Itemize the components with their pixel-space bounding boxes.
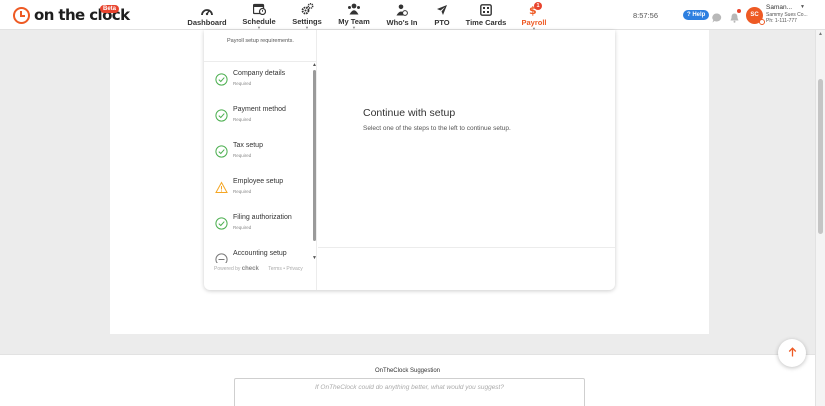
suggestion-input[interactable] — [234, 378, 585, 406]
scroll-up-arrow-icon[interactable]: ▲ — [818, 31, 823, 37]
step-title: Accounting setup — [233, 250, 287, 257]
user-name: Saman... — [766, 4, 793, 11]
steps-scrollbar[interactable]: ▲ ▼ — [312, 62, 317, 262]
nav-item-time-cards[interactable]: Time Cards — [466, 3, 506, 29]
suggestion-section: OnTheClock Suggestion — [0, 354, 815, 406]
powered-by-footer: Powered by check Terms • Privacy — [214, 266, 303, 272]
chevron-down-icon: ▼ — [257, 25, 261, 30]
detail-title: Continue with setup — [363, 107, 456, 119]
step-filing-authorization[interactable]: Filing authorization Required — [204, 206, 314, 242]
step-status: Required — [233, 225, 252, 230]
team-icon — [347, 3, 361, 15]
nav-item-payroll[interactable]: $ 1 Payroll ▼ — [520, 2, 548, 31]
app-logo[interactable]: on the clock Beta — [13, 5, 130, 24]
gears-icon — [301, 3, 314, 15]
check-brand-logo: check — [241, 266, 259, 272]
step-title: Employee setup — [233, 178, 284, 185]
page-scrollbar-thumb[interactable] — [818, 79, 823, 234]
step-status: Required — [233, 117, 252, 122]
detail-text: Select one of the steps to the left to c… — [363, 125, 511, 132]
notification-badge: 1 — [534, 2, 542, 10]
step-status: Required — [233, 153, 252, 158]
step-title: Tax setup — [233, 142, 263, 149]
help-button[interactable]: ? Help — [683, 10, 710, 20]
chevron-down-icon: ▼ — [352, 25, 356, 30]
chevron-down-icon[interactable]: ▼ — [800, 4, 805, 10]
steps-intro: Payroll setup requirements. — [227, 38, 294, 44]
chevron-down-icon: ▼ — [305, 25, 309, 30]
current-time: 8:57:56 — [633, 11, 659, 20]
arrow-up-icon — [788, 344, 797, 362]
user-phone: Ph: 1-111-777 — [766, 18, 797, 24]
scroll-down-arrow-icon[interactable]: ▼ — [312, 255, 317, 261]
nav-item-schedule[interactable]: Schedule ▼ — [242, 3, 276, 30]
pending-circle-icon — [215, 253, 228, 263]
warning-triangle-icon — [215, 181, 228, 194]
step-title: Payment method — [233, 106, 286, 113]
check-circle-icon — [215, 73, 228, 86]
check-circle-icon — [215, 217, 228, 230]
nav-label: PTO — [434, 18, 450, 27]
dashboard-gauge-icon — [201, 3, 213, 16]
nav-item-my-team[interactable]: My Team ▼ — [338, 3, 370, 30]
user-menu[interactable]: Saman... Sammy Sues Co... Ph: 1-111-777 — [766, 4, 816, 24]
payroll-setup-card: Payroll setup requirements. Company deta… — [204, 30, 615, 290]
page-scrollbar[interactable]: ▲ — [815, 30, 825, 406]
page-background-band — [0, 334, 815, 354]
step-title: Filing authorization — [233, 214, 292, 221]
link-separator: • — [283, 266, 285, 272]
step-accounting-setup[interactable]: Accounting setup — [204, 242, 314, 263]
step-employee-setup[interactable]: Employee setup Required — [204, 170, 314, 206]
beta-badge: Beta — [100, 5, 120, 13]
nav-label: Dashboard — [187, 18, 227, 27]
step-status: Required — [233, 81, 252, 86]
nav-item-pto[interactable]: PTO — [432, 3, 452, 29]
calendar-clock-icon — [252, 3, 266, 15]
step-payment-method[interactable]: Payment method Required — [204, 98, 314, 134]
nav-label: Who's In — [386, 18, 418, 27]
scroll-to-top-button[interactable] — [778, 339, 806, 367]
setup-detail-panel: Continue with setup Select one of the st… — [318, 30, 615, 248]
check-circle-icon — [215, 145, 228, 158]
nav-label: Time Cards — [465, 18, 507, 27]
status-indicator-icon — [759, 19, 765, 25]
time-card-icon — [480, 3, 492, 16]
suggestion-label: OnTheClock Suggestion — [374, 368, 441, 374]
step-status: Required — [233, 189, 252, 194]
terms-link[interactable]: Terms — [268, 266, 282, 272]
nav-item-dashboard[interactable]: Dashboard — [187, 3, 227, 29]
scroll-up-arrow-icon[interactable]: ▲ — [312, 62, 317, 68]
nav-item-whos-in[interactable]: Who's In — [386, 3, 418, 29]
top-navigation-bar: on the clock Beta Dashboard Schedule ▼ S… — [0, 0, 825, 31]
check-circle-icon — [215, 109, 228, 122]
chat-icon[interactable] — [712, 10, 722, 28]
privacy-link[interactable]: Privacy — [286, 266, 302, 272]
steps-scrollbar-thumb[interactable] — [313, 70, 316, 241]
clock-logo-icon — [13, 6, 30, 24]
person-clock-icon — [396, 3, 408, 16]
step-company-details[interactable]: Company details Required — [204, 62, 314, 98]
notification-dot — [737, 9, 741, 13]
nav-item-settings[interactable]: Settings ▼ — [292, 3, 322, 30]
setup-steps-panel: Payroll setup requirements. Company deta… — [204, 30, 317, 290]
powered-by-label: Powered by — [214, 266, 241, 272]
main-container: Payroll setup requirements. Company deta… — [110, 30, 709, 334]
airplane-icon — [436, 3, 448, 16]
step-title: Company details — [233, 70, 286, 77]
setup-steps-list: Company details Required Payment method … — [204, 62, 317, 263]
step-tax-setup[interactable]: Tax setup Required — [204, 134, 314, 170]
